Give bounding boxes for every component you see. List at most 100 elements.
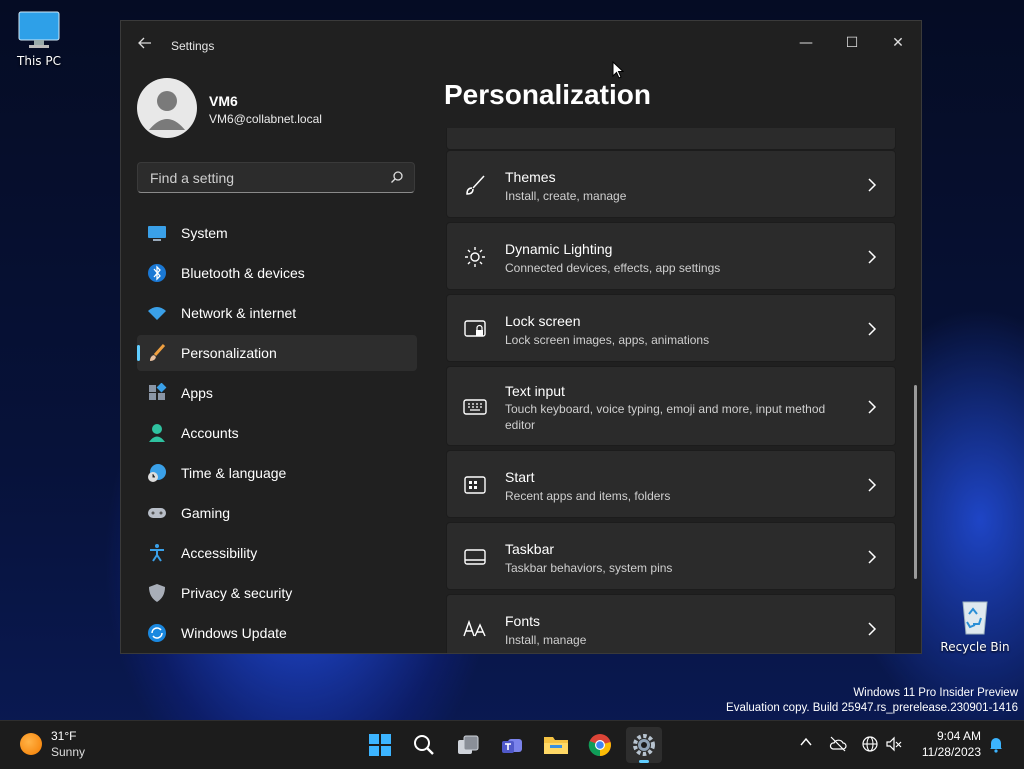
sidebar-item-personalization[interactable]: Personalization bbox=[137, 335, 417, 371]
search-box[interactable] bbox=[137, 162, 415, 193]
maximize-button[interactable]: ☐ bbox=[829, 27, 875, 59]
this-pc-label: This PC bbox=[17, 54, 61, 68]
card-taskbar[interactable]: Taskbar Taskbar behaviors, system pins bbox=[446, 522, 896, 590]
chevron-right-icon bbox=[868, 478, 877, 492]
content-scrollbar[interactable] bbox=[914, 385, 917, 579]
chrome-button[interactable] bbox=[582, 727, 618, 763]
mouse-cursor-icon bbox=[612, 61, 624, 79]
profile-email: VM6@collabnet.local bbox=[209, 112, 322, 126]
weather-condition[interactable]: Sunny bbox=[51, 745, 85, 759]
folder-icon bbox=[544, 737, 568, 754]
clock-time[interactable]: 9:04 AM bbox=[937, 729, 981, 743]
fonts-icon bbox=[463, 619, 486, 637]
chevron-right-icon bbox=[868, 322, 877, 336]
card-subtitle: Lock screen images, apps, animations bbox=[505, 333, 710, 347]
sidebar-item-bluetooth[interactable]: Bluetooth & devices bbox=[137, 255, 417, 291]
task-view-button[interactable] bbox=[450, 727, 486, 763]
chevron-right-icon bbox=[868, 250, 877, 264]
network-globe-icon[interactable] bbox=[861, 735, 879, 753]
sidebar-item-label: Accessibility bbox=[181, 545, 258, 561]
page-title: Personalization bbox=[444, 79, 651, 110]
windows-logo-icon bbox=[369, 734, 391, 756]
settings-taskbar-button[interactable] bbox=[626, 727, 662, 763]
shield-icon bbox=[149, 584, 165, 602]
card-title: Themes bbox=[505, 169, 556, 185]
avatar[interactable] bbox=[137, 78, 197, 138]
sidebar-item-accounts[interactable]: Accounts bbox=[137, 415, 417, 451]
taskbar: 31°F Sunny 9:04 AM 11/28/2023 bbox=[0, 720, 1024, 769]
card-title: Fonts bbox=[505, 613, 541, 629]
accessibility-icon bbox=[150, 544, 164, 562]
onedrive-offline-icon[interactable] bbox=[829, 735, 847, 753]
weather-temperature[interactable]: 31°F bbox=[51, 729, 76, 743]
card-start[interactable]: Start Recent apps and items, folders bbox=[446, 450, 896, 518]
sidebar-item-time-language[interactable]: Time & language bbox=[137, 455, 417, 491]
system-icon bbox=[148, 226, 166, 241]
wifi-icon bbox=[148, 307, 166, 320]
sidebar-item-network[interactable]: Network & internet bbox=[137, 295, 417, 331]
watermark-edition: Windows 11 Pro Insider Preview bbox=[853, 687, 1018, 699]
start-button[interactable] bbox=[362, 727, 398, 763]
lighting-icon bbox=[465, 247, 485, 267]
chevron-right-icon bbox=[868, 400, 877, 414]
sidebar-item-gaming[interactable]: Gaming bbox=[137, 495, 417, 531]
settings-list: Themes Install, create, manage Dynamic L… bbox=[446, 128, 898, 653]
close-icon: ✕ bbox=[892, 35, 904, 51]
sidebar-item-label: Gaming bbox=[181, 505, 231, 521]
card-lock-screen[interactable]: Lock screen Lock screen images, apps, an… bbox=[446, 294, 896, 362]
sun-icon[interactable] bbox=[20, 733, 42, 755]
sidebar-item-label: Time & language bbox=[181, 465, 287, 481]
paintbrush-icon bbox=[466, 175, 485, 195]
card-subtitle: Recent apps and items, folders bbox=[505, 489, 671, 503]
teams-button[interactable] bbox=[494, 727, 530, 763]
sidebar-item-label: Personalization bbox=[181, 345, 277, 361]
this-pc-desktop-icon[interactable]: This PC bbox=[0, 10, 79, 68]
chevron-right-icon bbox=[868, 550, 877, 564]
sidebar-item-label: System bbox=[181, 225, 228, 241]
chevron-right-icon bbox=[868, 178, 877, 192]
card-subtitle: Install, create, manage bbox=[505, 189, 627, 203]
minimize-icon: — bbox=[799, 35, 813, 51]
search-icon bbox=[414, 735, 434, 755]
chevron-right-icon bbox=[868, 622, 877, 636]
volume-muted-icon[interactable] bbox=[885, 735, 903, 753]
sidebar-nav: System Bluetooth & devices Network & int… bbox=[137, 215, 417, 653]
card-title: Lock screen bbox=[505, 313, 581, 329]
person-icon bbox=[149, 91, 185, 130]
back-button[interactable] bbox=[135, 35, 155, 55]
card-title: Text input bbox=[505, 383, 565, 399]
settings-window: Settings — ☐ ✕ VM6 VM6@collabnet.local S… bbox=[120, 20, 922, 654]
clock-date[interactable]: 11/28/2023 bbox=[922, 745, 981, 759]
card-fonts[interactable]: Fonts Install, manage bbox=[446, 594, 896, 653]
sidebar-item-accessibility[interactable]: Accessibility bbox=[137, 535, 417, 571]
sidebar-item-privacy[interactable]: Privacy & security bbox=[137, 575, 417, 611]
card-text-input[interactable]: Text input Touch keyboard, voice typing,… bbox=[446, 366, 896, 446]
app-title: Settings bbox=[171, 39, 215, 53]
sidebar-item-apps[interactable]: Apps bbox=[137, 375, 417, 411]
search-input[interactable] bbox=[148, 169, 382, 187]
gamepad-icon bbox=[148, 508, 166, 518]
chrome-icon bbox=[588, 734, 611, 757]
sidebar-item-label: Apps bbox=[181, 385, 213, 401]
card-subtitle: Touch keyboard, voice typing, emoji and … bbox=[505, 402, 826, 432]
chevron-up-icon[interactable] bbox=[797, 735, 815, 753]
profile-name: VM6 bbox=[209, 93, 238, 109]
apps-icon bbox=[149, 383, 167, 400]
sidebar-item-system[interactable]: System bbox=[137, 215, 417, 251]
sidebar-item-label: Network & internet bbox=[181, 305, 297, 321]
file-explorer-button[interactable] bbox=[538, 727, 574, 763]
taskbar-icon bbox=[464, 549, 486, 565]
card-themes[interactable]: Themes Install, create, manage bbox=[446, 150, 896, 218]
notification-bell-icon[interactable] bbox=[987, 735, 1005, 753]
search-icon[interactable] bbox=[390, 170, 404, 184]
title-bar[interactable]: Settings — ☐ ✕ bbox=[121, 21, 921, 69]
card-title: Taskbar bbox=[505, 541, 555, 557]
card-dynamic-lighting[interactable]: Dynamic Lighting Connected devices, effe… bbox=[446, 222, 896, 290]
watermark-build: Evaluation copy. Build 25947.rs_prerelea… bbox=[726, 702, 1018, 714]
search-taskbar-button[interactable] bbox=[406, 727, 442, 763]
recycle-bin-desktop-icon[interactable]: Recycle Bin bbox=[935, 596, 1015, 654]
minimize-button[interactable]: — bbox=[783, 27, 829, 59]
close-button[interactable]: ✕ bbox=[875, 27, 921, 59]
list-item[interactable] bbox=[446, 128, 896, 150]
sidebar-item-windows-update[interactable]: Windows Update bbox=[137, 615, 417, 651]
